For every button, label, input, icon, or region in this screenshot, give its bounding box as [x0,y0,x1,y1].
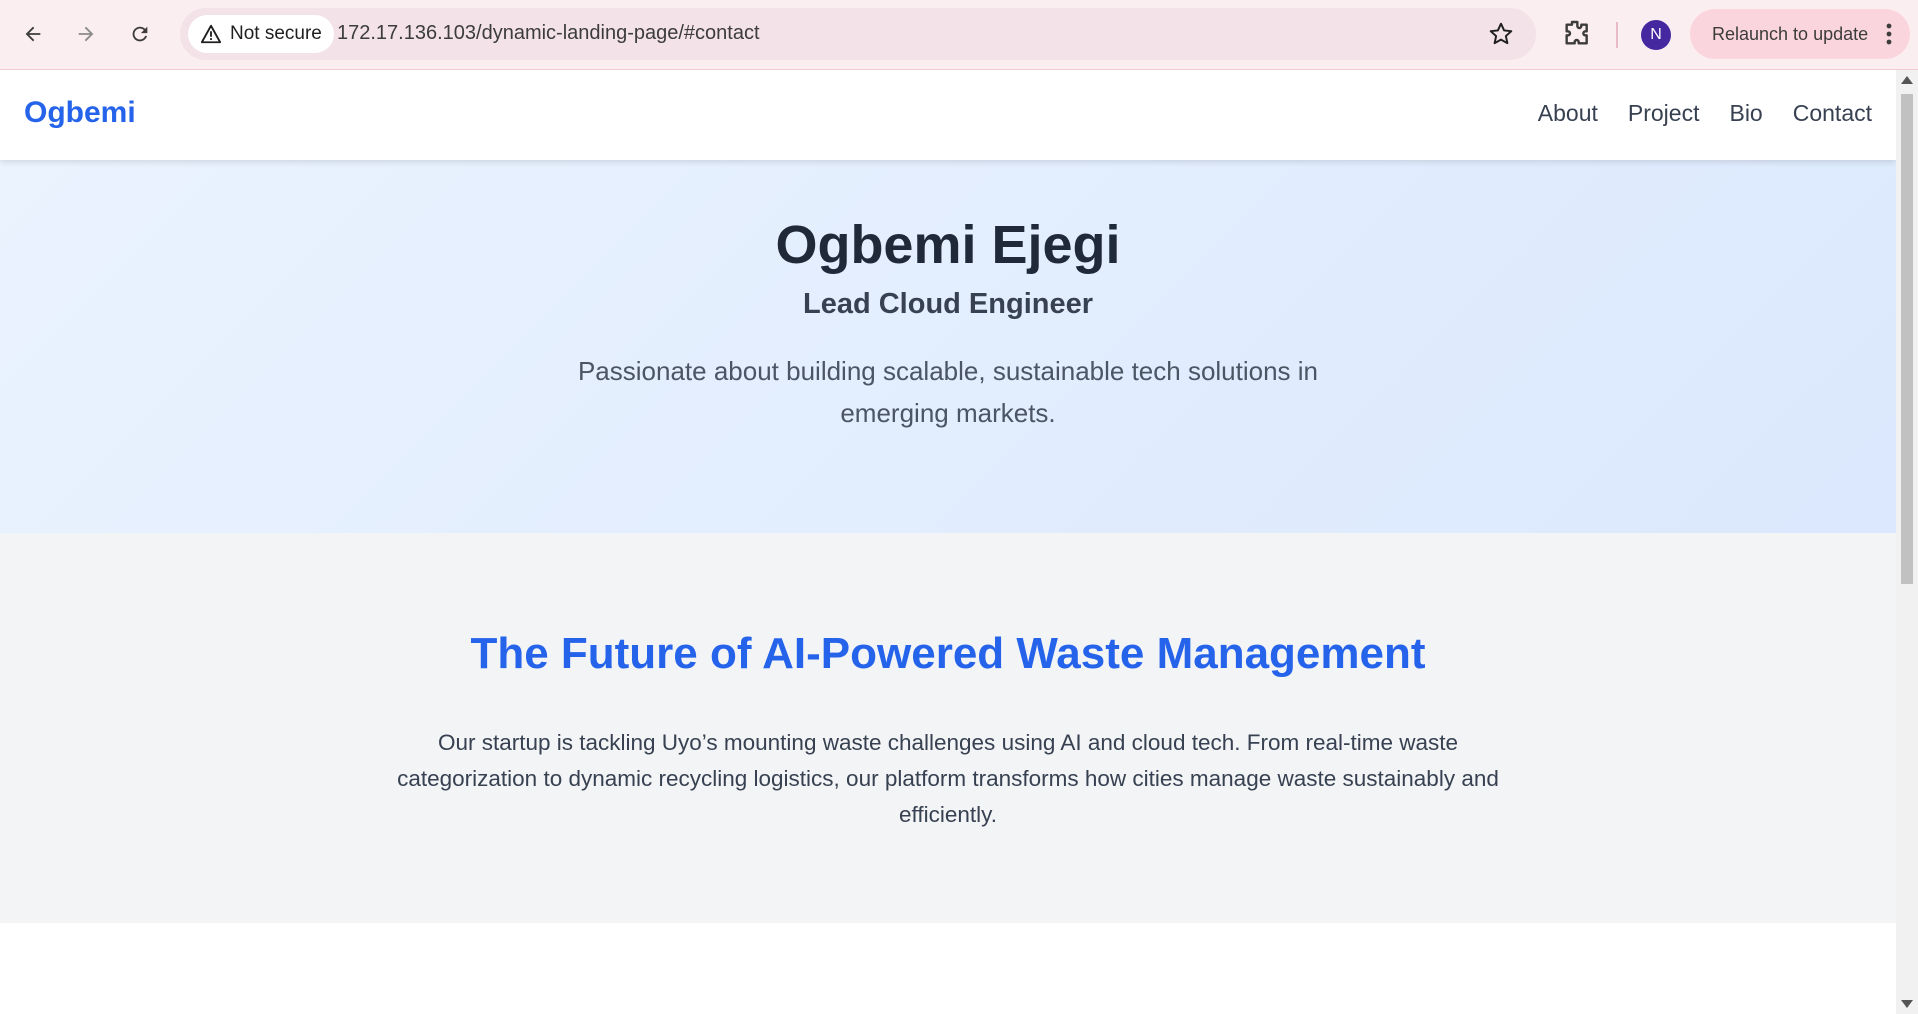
warning-icon [200,24,222,44]
forward-button[interactable] [68,16,104,52]
relaunch-label: Relaunch to update [1712,23,1869,44]
scroll-thumb[interactable] [1901,94,1913,584]
page-viewport: Ogbemi About Project Bio Contact Ogbemi … [0,70,1896,1014]
site-logo[interactable]: Ogbemi [24,96,136,130]
site-header: Ogbemi About Project Bio Contact [0,70,1896,160]
project-title: The Future of AI-Powered Waste Managemen… [470,629,1426,678]
address-bar[interactable]: Not secure 172.17.136.103/dynamic-landin… [180,8,1536,60]
scroll-down-arrow-icon[interactable] [1901,1000,1913,1008]
toolbar-divider [1616,22,1618,48]
profile-avatar[interactable]: N [1641,20,1671,50]
arrow-right-icon [78,26,94,42]
project-description: Our startup is tackling Uyo’s mounting w… [397,730,1499,827]
back-button[interactable] [15,16,51,52]
hero-title: Lead Cloud Engineer [802,288,1094,320]
project-section: The Future of AI-Powered Waste Managemen… [0,533,1896,923]
nav-link-contact[interactable]: Contact [1793,100,1872,127]
reload-icon [132,26,148,42]
nav-link-project[interactable]: Project [1628,100,1700,127]
security-label: Not secure [230,23,322,44]
scroll-up-arrow-icon[interactable] [1901,76,1913,84]
arrow-left-icon [25,26,41,42]
hero-section: Ogbemi Ejegi Lead Cloud Engineer Passion… [0,160,1896,533]
more-menu-icon[interactable] [1886,23,1892,45]
hero-description: Passionate about building scalable, sust… [577,356,1319,428]
page-scrollbar[interactable] [1896,70,1918,1014]
url-text[interactable]: 172.17.136.103/dynamic-landing-page/#con… [337,22,760,45]
hero-name: Ogbemi Ejegi [775,215,1121,275]
extensions-icon[interactable] [1560,18,1592,50]
nav-link-about[interactable]: About [1538,100,1598,127]
site-nav: About Project Bio Contact [1538,100,1872,127]
bookmark-star-icon[interactable] [1488,21,1514,47]
relaunch-button[interactable]: Relaunch to update [1690,9,1910,59]
security-chip[interactable]: Not secure [188,15,334,53]
browser-toolbar: Not secure 172.17.136.103/dynamic-landin… [0,0,1918,70]
reload-button[interactable] [122,16,158,52]
nav-link-bio[interactable]: Bio [1729,100,1762,127]
